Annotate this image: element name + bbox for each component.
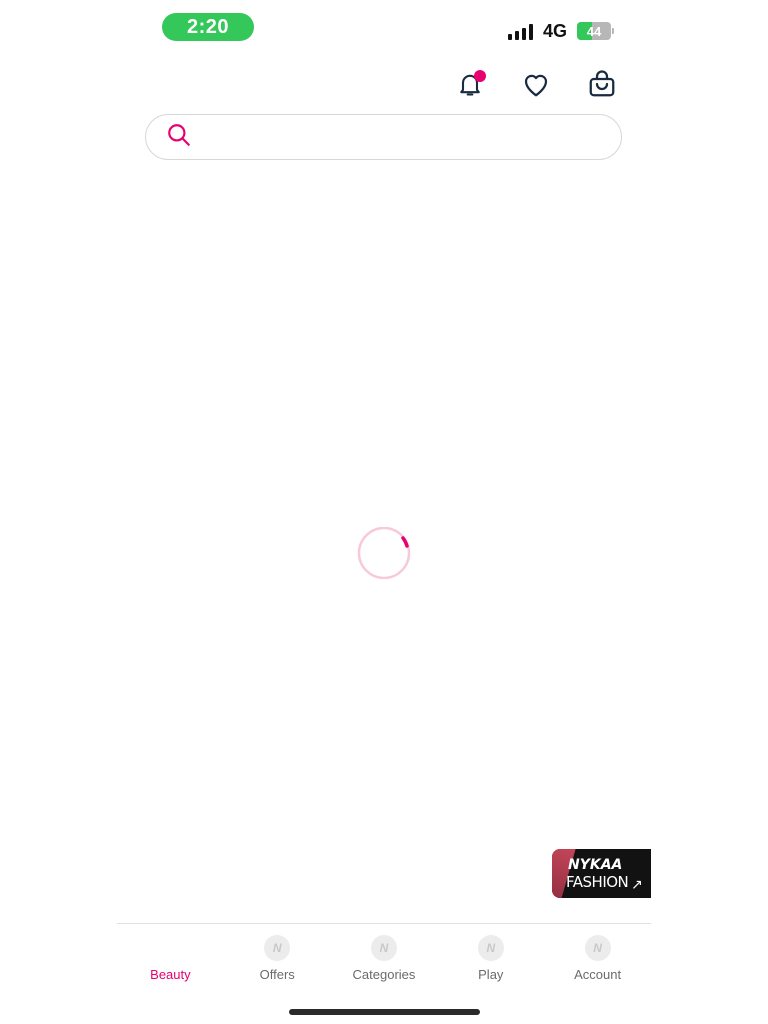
categories-icon: N bbox=[370, 935, 397, 961]
loading-spinner-icon bbox=[356, 526, 412, 580]
nav-label: Offers bbox=[259, 967, 295, 982]
offers-icon: N bbox=[264, 935, 291, 961]
nav-divider bbox=[117, 923, 651, 924]
search-bar[interactable] bbox=[145, 114, 622, 160]
bottom-nav: Beauty N Offers N Categories N Play N Ac… bbox=[117, 930, 651, 990]
fashion-logo-subtitle: FASHION bbox=[566, 873, 629, 891]
home-indicator bbox=[289, 1009, 480, 1015]
play-icon: N bbox=[477, 935, 504, 961]
network-type: 4G bbox=[543, 21, 568, 41]
battery-nub bbox=[612, 28, 614, 34]
nav-label: Account bbox=[574, 967, 622, 982]
nav-label: Play bbox=[478, 967, 504, 982]
signal-icon bbox=[508, 23, 533, 40]
nav-item-categories[interactable]: N Categories bbox=[331, 930, 438, 990]
nykaa-fashion-button[interactable]: NYKAA FASHION ↗ bbox=[552, 849, 651, 898]
account-icon: N bbox=[584, 935, 611, 961]
shopping-bag-icon[interactable] bbox=[586, 68, 618, 100]
battery-label: 44 bbox=[586, 23, 602, 39]
search-input[interactable] bbox=[202, 114, 621, 160]
battery-icon: 44 bbox=[577, 22, 611, 40]
app-screen: 2:20 4G 44 NYKAA FASHION ↗ Beauty N Offe… bbox=[0, 0, 768, 1024]
nav-item-play[interactable]: N Play bbox=[437, 930, 544, 990]
search-icon bbox=[166, 122, 192, 153]
notification-badge bbox=[474, 70, 486, 82]
external-arrow-icon: ↗ bbox=[631, 876, 643, 892]
heart-icon[interactable] bbox=[520, 68, 552, 100]
nav-item-offers[interactable]: N Offers bbox=[224, 930, 331, 990]
fashion-logo-title: NYKAA bbox=[568, 857, 623, 873]
beauty-icon bbox=[157, 935, 183, 961]
nav-item-account[interactable]: N Account bbox=[544, 930, 651, 990]
status-time: 2:20 bbox=[162, 13, 254, 41]
nav-item-beauty[interactable]: Beauty bbox=[117, 930, 224, 990]
nav-label: Categories bbox=[352, 967, 416, 982]
nav-label: Beauty bbox=[150, 967, 191, 982]
